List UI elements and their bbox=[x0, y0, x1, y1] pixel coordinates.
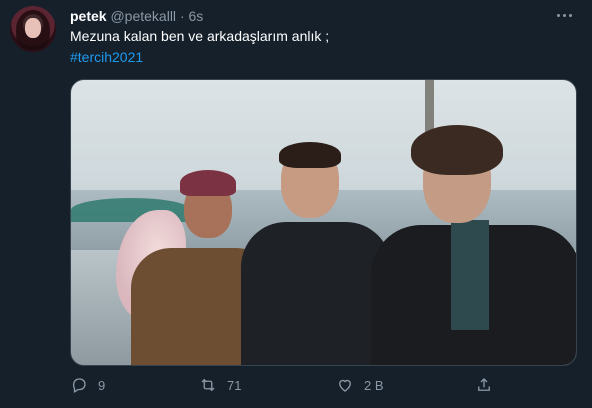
hashtag-link[interactable]: #tercih2021 bbox=[70, 48, 143, 67]
photo-person-center bbox=[241, 140, 391, 365]
photo-hair bbox=[279, 142, 341, 168]
photo-person-right bbox=[371, 125, 576, 365]
tweet-photo[interactable] bbox=[70, 79, 577, 366]
reply-count: 9 bbox=[98, 377, 106, 393]
more-icon[interactable] bbox=[550, 6, 578, 24]
tweet-actions: 9 71 2 B bbox=[70, 372, 540, 398]
heart-icon bbox=[339, 379, 351, 392]
photo-body bbox=[241, 222, 391, 365]
author-name[interactable]: petek bbox=[70, 8, 107, 24]
avatar-face bbox=[25, 18, 41, 38]
retweet-button[interactable]: 71 bbox=[199, 372, 241, 398]
tweet-text: Mezuna kalan ben ve arkadaşlarım anlık ; bbox=[70, 28, 330, 44]
separator-dot: · bbox=[179, 8, 185, 24]
author-handle[interactable]: @petekalll bbox=[110, 8, 176, 24]
photo-scarf bbox=[451, 220, 489, 330]
reply-button[interactable]: 9 bbox=[70, 372, 105, 398]
photo-hair bbox=[411, 125, 503, 175]
retweet-icon bbox=[201, 378, 215, 392]
photo-cap bbox=[180, 170, 236, 196]
like-button[interactable]: 2 B bbox=[336, 372, 384, 398]
tweet-header: petek @petekalll · 6s bbox=[70, 7, 203, 25]
share-icon bbox=[478, 378, 490, 391]
retweet-count: 71 bbox=[227, 377, 242, 393]
share-button[interactable] bbox=[475, 372, 493, 398]
reply-icon bbox=[72, 378, 86, 393]
tweet-time[interactable]: 6s bbox=[189, 8, 204, 24]
tweet[interactable]: petek @petekalll · 6s Mezuna kalan ben v… bbox=[0, 0, 592, 408]
avatar[interactable] bbox=[10, 6, 56, 52]
like-count: 2 B bbox=[364, 377, 384, 393]
